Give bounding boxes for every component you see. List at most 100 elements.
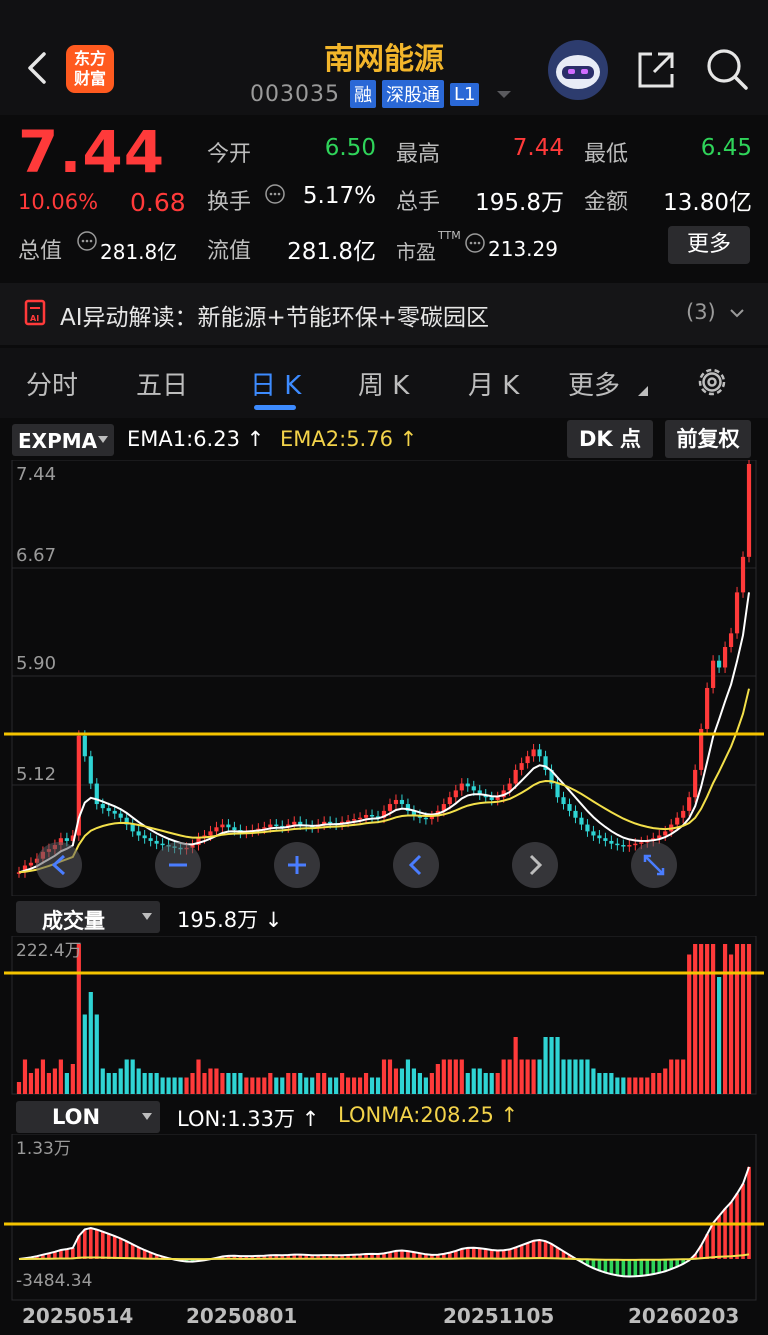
volume-bar	[465, 1073, 470, 1094]
zoom-in-button[interactable]	[274, 842, 320, 888]
search-icon[interactable]	[704, 46, 750, 92]
volume-bar	[405, 1059, 411, 1094]
volume-bar	[124, 1059, 129, 1094]
volume-bar	[274, 1077, 279, 1094]
open-value: 6.50	[324, 135, 376, 161]
price-axis-3: 5.90	[16, 653, 56, 674]
volume-bar	[669, 1059, 674, 1094]
high-value: 7.44	[512, 135, 564, 161]
volume-chart[interactable]: 222.4万	[0, 936, 768, 1096]
volume-bar	[447, 1059, 452, 1094]
volume-bar	[214, 1068, 219, 1094]
stock-code-row[interactable]: 003035 融 深股通 L1	[250, 80, 513, 108]
lon-bar	[531, 1240, 536, 1259]
zoom-out-button[interactable]	[155, 842, 201, 888]
volume-bar	[280, 1077, 285, 1094]
volume-bar	[734, 944, 740, 1094]
tab-intraday[interactable]: 分时	[26, 365, 78, 402]
svg-text:AI: AI	[30, 314, 39, 323]
volume-bar	[399, 1068, 405, 1094]
volume-bar	[369, 1077, 375, 1094]
volume-selector[interactable]: 成交量	[16, 901, 160, 933]
assistant-robot-icon[interactable]	[548, 40, 608, 100]
volume-bar	[160, 1077, 165, 1094]
chevron-down-icon[interactable]	[728, 306, 746, 320]
lon-axis-top: 1.33万	[16, 1139, 71, 1159]
volume-bar	[633, 1077, 638, 1094]
lon-bar	[651, 1259, 656, 1275]
lonma-value: LONMA:208.25 ↑	[338, 1103, 519, 1127]
info-dots-icon[interactable]	[264, 183, 286, 205]
volume-bar	[687, 954, 692, 1094]
lon-bar	[483, 1248, 488, 1259]
candle	[573, 810, 578, 818]
volume-bar	[417, 1073, 422, 1094]
candle	[82, 735, 87, 757]
candle	[687, 797, 692, 811]
scroll-left-button[interactable]	[393, 842, 439, 888]
volume-axis-top: 222.4万	[16, 941, 82, 961]
adjustment-button[interactable]: 前复权	[665, 420, 751, 458]
volume-bar	[513, 1037, 518, 1094]
dk-point-button[interactable]: DK 点	[567, 420, 653, 458]
candle	[298, 821, 303, 825]
turnover-label: 换手	[207, 190, 252, 215]
volume-bar	[184, 1077, 189, 1094]
candle	[519, 763, 524, 770]
volume-bar	[681, 1059, 686, 1094]
lon-bar	[477, 1248, 482, 1259]
candle	[423, 817, 428, 820]
candle	[728, 633, 734, 648]
indicator-selector[interactable]: EXPMA	[12, 424, 114, 456]
volume-bar	[716, 977, 722, 1094]
info-dots-icon[interactable]	[464, 232, 486, 254]
volume-bar	[46, 1073, 52, 1094]
candlestick-chart[interactable]: 7.44 6.67 5.90 5.12	[0, 460, 768, 896]
fullscreen-button[interactable]	[631, 842, 677, 888]
volume-bar	[268, 1073, 273, 1094]
tab-more[interactable]: 更多	[568, 365, 620, 402]
lon-bar	[525, 1242, 530, 1259]
lon-bar	[94, 1229, 99, 1259]
candle	[734, 592, 740, 634]
volume-bar	[549, 1037, 554, 1094]
volume-bar	[208, 1068, 213, 1094]
lon-bar	[735, 1193, 739, 1259]
volume-bar	[459, 1059, 464, 1094]
scroll-right-button[interactable]	[512, 842, 558, 888]
tab-weekly-k[interactable]: 周 K	[358, 365, 409, 402]
candle	[106, 808, 111, 811]
more-quote-button[interactable]: 更多	[668, 226, 750, 264]
tab-five-day[interactable]: 五日	[136, 365, 188, 402]
dropdown-triangle-icon	[98, 436, 108, 443]
volume-bar	[657, 1073, 662, 1094]
ai-insight-text: AI异动解读：新能源+节能环保+零碳园区	[60, 305, 490, 331]
candle	[609, 840, 614, 844]
candle	[597, 835, 602, 839]
volume-bar	[346, 1077, 351, 1094]
settings-gear-icon[interactable]	[694, 364, 730, 400]
volume-bar	[148, 1073, 153, 1094]
ai-document-icon: AI	[24, 299, 46, 326]
lon-bar	[615, 1259, 620, 1276]
info-dots-icon[interactable]	[76, 230, 98, 252]
candle	[226, 824, 231, 828]
volume-bar	[238, 1073, 243, 1094]
tab-monthly-k[interactable]: 月 K	[468, 365, 519, 402]
candle	[693, 769, 698, 798]
tab-daily-k[interactable]: 日 K	[250, 365, 301, 402]
pe-ttm-sup: TTM	[438, 229, 461, 242]
candle	[369, 814, 375, 817]
volume-bar	[471, 1068, 476, 1094]
lon-selector[interactable]: LON	[16, 1101, 160, 1133]
candle	[465, 783, 470, 787]
zoom-left-button[interactable]	[36, 842, 82, 888]
lon-chart[interactable]: 1.33万 -3484.34	[0, 1134, 768, 1302]
volume-bar	[166, 1077, 171, 1094]
lon-axis-bottom: -3484.34	[16, 1271, 92, 1291]
volume-bar	[393, 1068, 399, 1094]
candle	[621, 845, 626, 847]
volume-bar	[705, 944, 710, 1094]
share-icon[interactable]	[634, 48, 678, 92]
candle	[292, 821, 297, 825]
